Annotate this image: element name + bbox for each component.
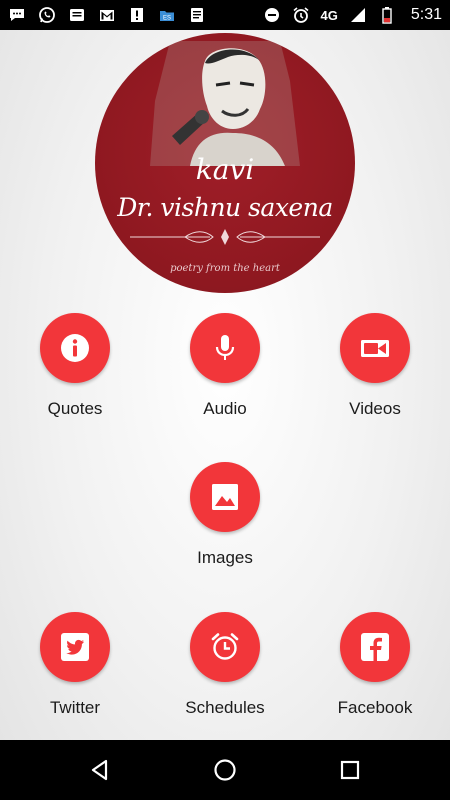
recents-icon[interactable]: [338, 758, 362, 782]
alert-icon: [128, 6, 146, 24]
images-button[interactable]: Images: [165, 462, 285, 568]
facebook-circle[interactable]: [340, 612, 410, 682]
logo-tagline: poetry from the heart: [170, 263, 280, 274]
app-logo: kavi Dr. vishnu saxena poetry from the h…: [95, 33, 355, 293]
video-camera-icon: [361, 340, 389, 357]
info-icon: [61, 334, 89, 362]
flourish-divider-icon: [130, 229, 320, 245]
status-bar: ES 4G 5:31: [0, 0, 450, 30]
logo-kavi-text: kavi: [195, 153, 255, 186]
quotes-button[interactable]: Quotes: [15, 313, 135, 419]
chat-icon: [8, 6, 26, 24]
system-icons: 4G 5:31: [263, 6, 442, 24]
schedules-button[interactable]: Schedules: [165, 612, 285, 718]
navigation-bar: [0, 740, 450, 800]
audio-circle[interactable]: [190, 313, 260, 383]
audio-label: Audio: [203, 399, 247, 418]
audio-button[interactable]: Audio: [165, 313, 285, 419]
image-icon: [212, 484, 238, 510]
twitter-icon: [61, 633, 89, 661]
clock: 5:31: [410, 6, 442, 23]
twitter-label: Twitter: [49, 698, 101, 717]
alarm-clock-icon: [211, 633, 239, 660]
network-type: 4G: [320, 7, 338, 23]
schedules-circle[interactable]: [190, 612, 260, 682]
images-label: Images: [197, 548, 253, 567]
images-circle[interactable]: [190, 462, 260, 532]
battery-icon: [378, 6, 396, 24]
logo-poet-name: Dr. vishnu saxena: [117, 193, 333, 222]
poet-portrait-icon: [150, 41, 300, 166]
home-icon[interactable]: [213, 758, 237, 782]
alarm-icon: [292, 6, 310, 24]
videos-circle[interactable]: [340, 313, 410, 383]
notification-icons: ES: [8, 6, 206, 24]
facebook-icon: [361, 633, 389, 661]
do-not-disturb-icon: [263, 6, 281, 24]
facebook-button[interactable]: Facebook: [315, 612, 435, 718]
back-icon[interactable]: [88, 758, 112, 782]
svg-text:ES: ES: [163, 16, 171, 22]
es-file-icon: ES: [158, 6, 176, 24]
twitter-circle[interactable]: [40, 612, 110, 682]
quotes-circle[interactable]: [40, 313, 110, 383]
twitter-button[interactable]: Twitter: [15, 612, 135, 718]
signal-icon: [349, 6, 367, 24]
microphone-icon: [215, 335, 235, 360]
schedules-label: Schedules: [185, 698, 265, 717]
sms-icon: [68, 6, 86, 24]
gmail-icon: [98, 6, 116, 24]
whatsapp-icon: [38, 6, 56, 24]
videos-button[interactable]: Videos: [315, 313, 435, 419]
notes-icon: [188, 6, 206, 24]
quotes-label: Quotes: [47, 399, 103, 418]
videos-label: Videos: [349, 399, 401, 418]
facebook-label: Facebook: [337, 698, 413, 717]
